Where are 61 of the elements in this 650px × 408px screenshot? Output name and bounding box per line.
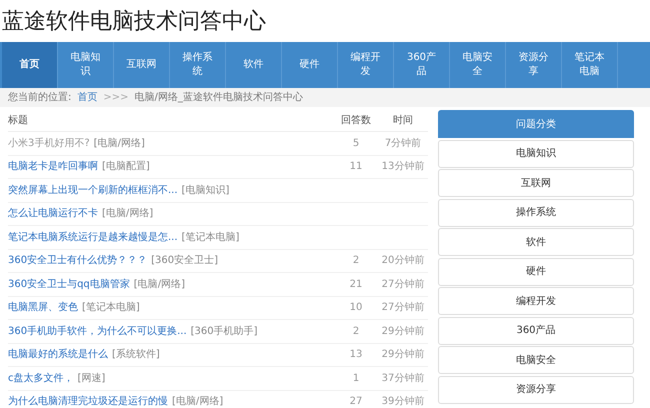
- time-ago: 27分钟前: [382, 300, 424, 316]
- category-tag: [电脑/网络]: [94, 136, 145, 151]
- category-tag: [360安全卫士]: [151, 253, 218, 268]
- answer-count: 21: [350, 278, 362, 292]
- category-link[interactable]: 互联网: [438, 169, 634, 197]
- breadcrumb-current: 电脑/网络_蓝途软件电脑技术问答中心: [134, 90, 303, 105]
- question-link[interactable]: 为什么电脑清理完垃圾还是运行的慢: [8, 394, 168, 408]
- question-link[interactable]: c盘太多文件，: [8, 370, 74, 386]
- column-header: 时间: [392, 114, 414, 128]
- column-header: 标题: [8, 114, 29, 128]
- category-link[interactable]: 360产品: [438, 316, 634, 344]
- category-tag: [电脑/网络]: [102, 206, 154, 222]
- category-link[interactable]: 资源分享: [438, 376, 634, 404]
- time-ago: 20分钟前: [382, 254, 424, 268]
- answer-count: 11: [350, 160, 362, 174]
- category-link[interactable]: 电脑安全: [438, 346, 634, 374]
- question-link[interactable]: 360安全卫士与qq电脑管家: [8, 276, 130, 292]
- breadcrumb-link[interactable]: 首页: [77, 90, 98, 105]
- answer-count: 1: [352, 372, 360, 386]
- category-link[interactable]: 编程开发: [438, 287, 634, 315]
- answer-count: 2: [352, 254, 360, 268]
- question-link[interactable]: 电脑最好的系统是什么: [8, 347, 108, 362]
- time-ago: 29分钟前: [382, 348, 424, 362]
- time-ago: 39分钟前: [382, 394, 424, 408]
- answer-count: 27: [350, 395, 362, 408]
- time-ago: 37分钟前: [382, 372, 424, 386]
- category-tag: [电脑/网络]: [172, 394, 224, 408]
- question-link[interactable]: 小米3手机好用不?: [8, 136, 90, 151]
- category-tag: [系统软件]: [112, 347, 160, 362]
- answer-count: 10: [350, 301, 362, 316]
- category-tag: [电脑/网络]: [134, 276, 185, 292]
- column-header: 回答数: [340, 114, 372, 128]
- answer-count: 13: [350, 348, 362, 362]
- category-tag: [笔记本电脑]: [182, 230, 240, 245]
- site-title: 蓝途软件电脑技术问答中心: [2, 8, 266, 36]
- breadcrumb-label: 您当前的位置:: [8, 90, 72, 105]
- category-link[interactable]: 操作系统: [438, 198, 634, 226]
- category-link[interactable]: 电脑知识: [438, 140, 634, 168]
- question-link[interactable]: 突然屏幕上出现一个刷新的框框消不...: [8, 182, 178, 198]
- question-link[interactable]: 360手机助手软件，为什么不可以更换...: [8, 324, 187, 339]
- answer-count: 2: [352, 324, 360, 339]
- category-link[interactable]: 软件: [438, 228, 634, 256]
- answer-count: 5: [352, 136, 360, 151]
- time-ago: 13分钟前: [382, 160, 424, 174]
- time-ago: 29分钟前: [382, 324, 424, 339]
- question-link[interactable]: 360安全卫士有什么优势？？？: [8, 253, 148, 268]
- category-tag: [360手机助手]: [190, 324, 258, 339]
- category-tag: [笔记本电脑]: [82, 300, 140, 316]
- category-tag: [电脑知识]: [182, 182, 230, 198]
- nav-tab[interactable]: 首页: [2, 42, 58, 88]
- category-tag: [网速]: [78, 370, 106, 386]
- time-ago: 7分钟前: [384, 136, 422, 151]
- question-link[interactable]: 笔记本电脑系统运行是越来越慢是怎...: [8, 230, 178, 245]
- question-link[interactable]: 电脑老卡是咋回事啊: [8, 159, 98, 174]
- sidebar-header: 问题分类: [438, 110, 634, 138]
- breadcrumb-separator: >>>: [103, 91, 129, 105]
- question-link[interactable]: 怎么让电脑运行不卡: [8, 206, 98, 222]
- category-link[interactable]: 硬件: [438, 258, 634, 286]
- category-tag: [电脑配置]: [102, 159, 150, 174]
- question-link[interactable]: 电脑黑屏、变色: [8, 300, 78, 316]
- time-ago: 27分钟前: [382, 278, 424, 292]
